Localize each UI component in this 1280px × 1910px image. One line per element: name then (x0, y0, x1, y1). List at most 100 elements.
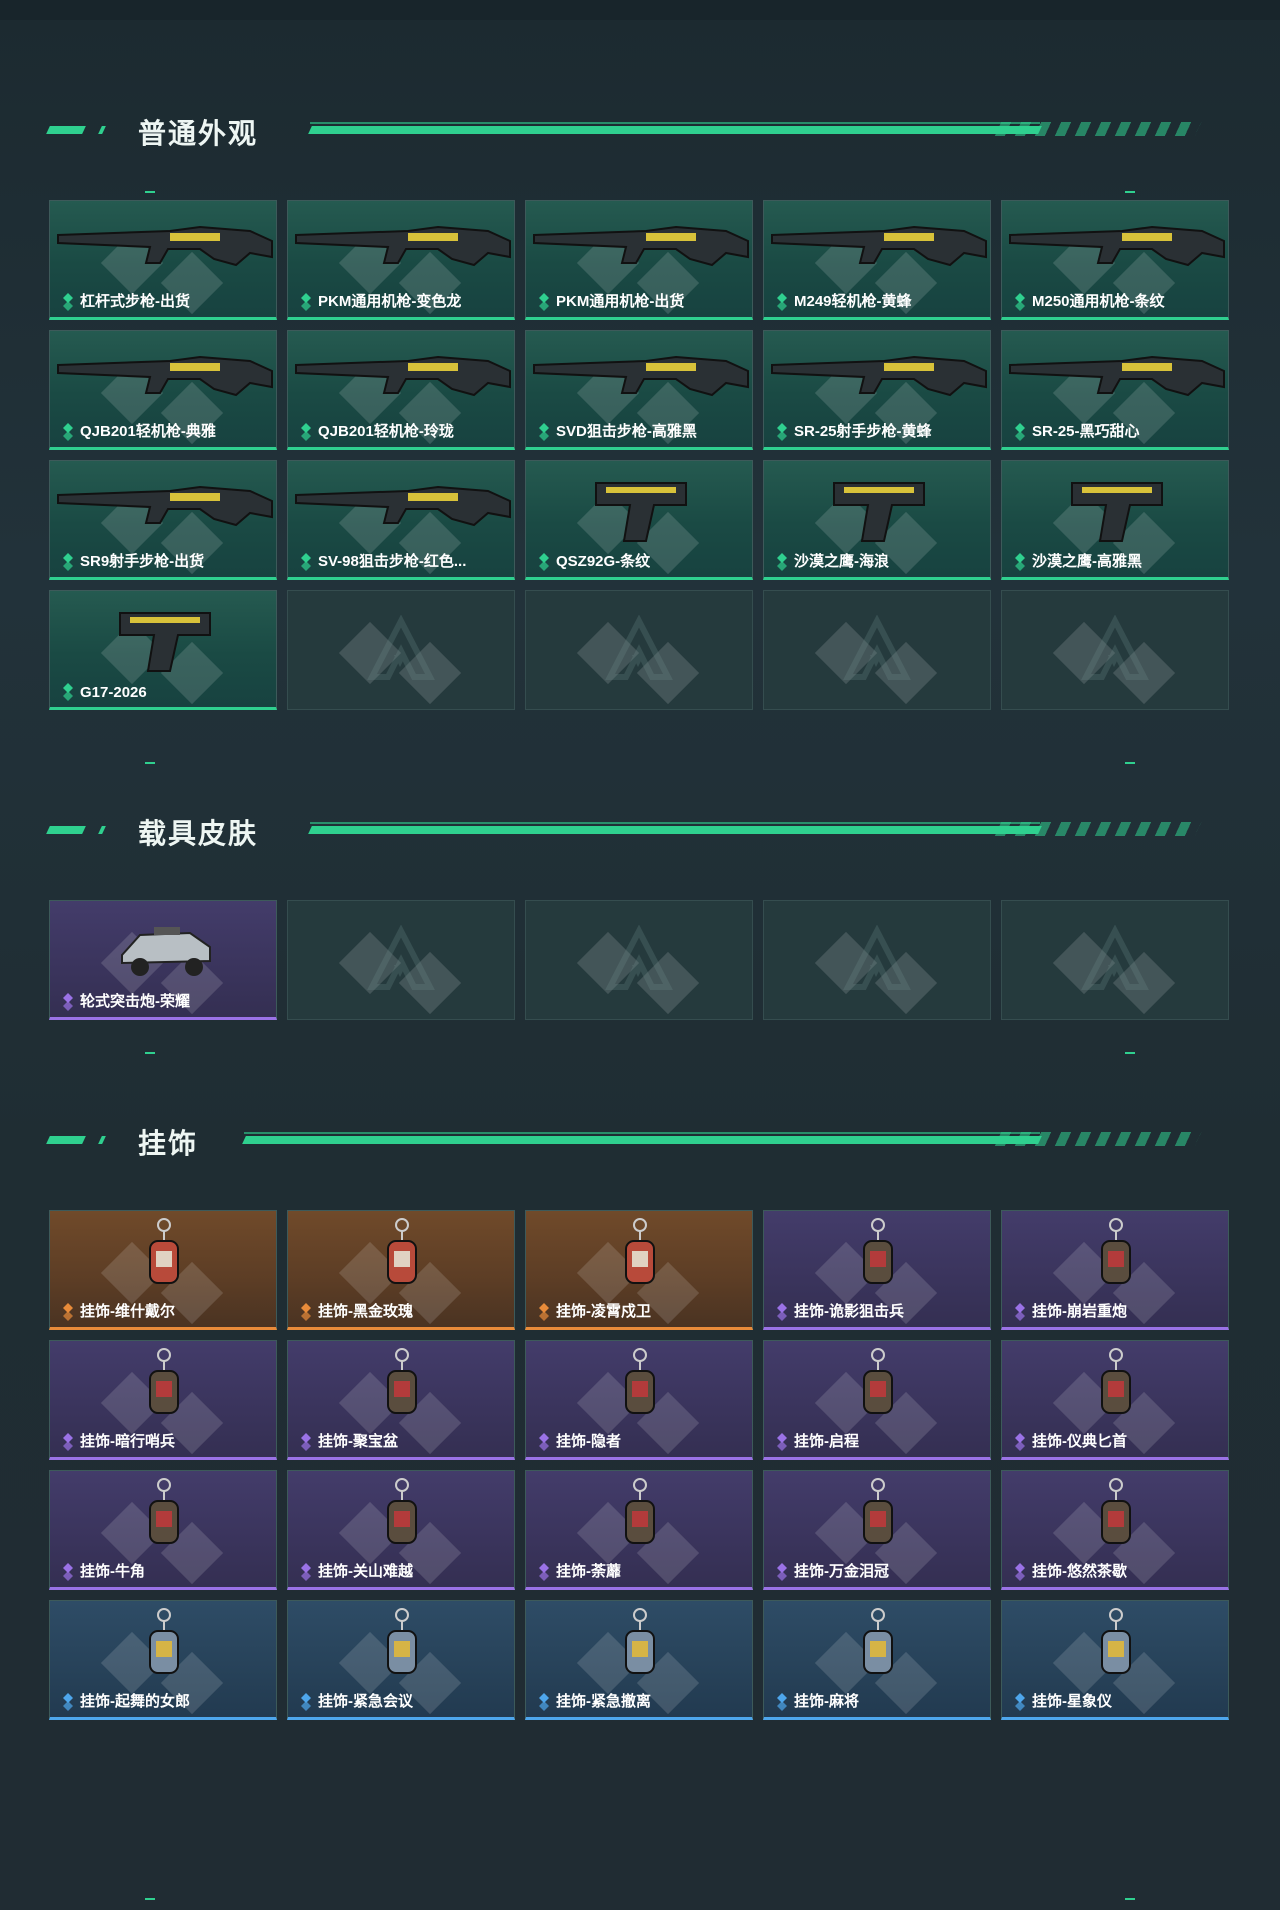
item-card[interactable]: 挂饰-聚宝盆 (287, 1340, 515, 1460)
header-checker-pattern (994, 1132, 1202, 1146)
corner-tick (145, 762, 155, 764)
item-card[interactable]: 挂饰-黑金玫瑰 (287, 1210, 515, 1330)
item-card[interactable]: SR-25-黑巧甜心 (1001, 330, 1229, 450)
corner-tick (145, 1052, 155, 1054)
rarity-diamond-icon (774, 1303, 790, 1321)
item-label: 沙漠之鹰-海浪 (794, 553, 889, 570)
item-card[interactable]: 挂饰-凌霄戍卫 (525, 1210, 753, 1330)
sr9-marksman-rifle-icon (50, 461, 276, 556)
corner-tick (1125, 762, 1135, 764)
header-thin-line (244, 1132, 1040, 1134)
keychain-charm-icon (526, 1471, 752, 1566)
keychain-charm-icon (526, 1211, 752, 1306)
header-line (308, 126, 1042, 134)
header-line (242, 1136, 1042, 1144)
item-label: 轮式突击炮-荣耀 (80, 993, 190, 1010)
rarity-diamond-icon (774, 1433, 790, 1451)
rarity-diamond-icon (60, 1563, 76, 1581)
item-card[interactable]: SR9射手步枪-出货 (49, 460, 277, 580)
g17-pistol-icon (50, 591, 276, 686)
item-card[interactable]: 杠杆式步枪-出货 (49, 200, 277, 320)
placeholder-logo-icon (842, 924, 912, 995)
item-card[interactable]: 沙漠之鹰-高雅黑 (1001, 460, 1229, 580)
item-card[interactable]: SVD狙击步枪-高雅黑 (525, 330, 753, 450)
rarity-diamond-icon (536, 1693, 552, 1711)
rarity-diamond-icon (774, 1563, 790, 1581)
keychain-charm-icon (50, 1211, 276, 1306)
item-label: PKM通用机枪-出货 (556, 293, 685, 310)
item-label: PKM通用机枪-变色龙 (318, 293, 462, 310)
pkm-machine-gun-icon (288, 201, 514, 296)
top-bar (0, 0, 1280, 20)
item-card[interactable]: 挂饰-维什戴尔 (49, 1210, 277, 1330)
item-label: 挂饰-隐者 (556, 1433, 621, 1450)
item-label: M249轻机枪-黄蜂 (794, 293, 912, 310)
keychain-charm-icon (288, 1341, 514, 1436)
item-card[interactable]: 挂饰-启程 (763, 1340, 991, 1460)
rarity-diamond-icon (536, 293, 552, 311)
sr25-marksman-rifle-icon (764, 331, 990, 426)
rarity-diamond-icon (536, 553, 552, 571)
item-label: 挂饰-仪典匕首 (1032, 1433, 1127, 1450)
rarity-diamond-icon (1012, 1693, 1028, 1711)
rarity-diamond-icon (536, 423, 552, 441)
keychain-charm-icon (288, 1601, 514, 1696)
item-card[interactable]: 挂饰-悠然茶歇 (1001, 1470, 1229, 1590)
item-label: M250通用机枪-条纹 (1032, 293, 1165, 310)
item-label: 挂饰-起舞的女郎 (80, 1693, 190, 1710)
item-card[interactable]: 挂饰-星象仪 (1001, 1600, 1229, 1720)
keychain-charm-icon (526, 1341, 752, 1436)
item-card[interactable]: 挂饰-麻将 (763, 1600, 991, 1720)
item-card[interactable]: 轮式突击炮-荣耀 (49, 900, 277, 1020)
rarity-diamond-icon (60, 1303, 76, 1321)
item-card[interactable]: QSZ92G-条纹 (525, 460, 753, 580)
rarity-diamond-icon (60, 683, 76, 701)
item-card[interactable]: 挂饰-荼蘼 (525, 1470, 753, 1590)
empty-slot (1001, 900, 1229, 1020)
item-card[interactable]: 挂饰-诡影狙击兵 (763, 1210, 991, 1330)
item-card[interactable]: 挂饰-崩岩重炮 (1001, 1210, 1229, 1330)
placeholder-logo-icon (366, 614, 436, 685)
item-card[interactable]: M250通用机枪-条纹 (1001, 200, 1229, 320)
item-card[interactable]: 挂饰-仪典匕首 (1001, 1340, 1229, 1460)
item-card[interactable]: PKM通用机枪-出货 (525, 200, 753, 320)
item-card[interactable]: G17-2026 (49, 590, 277, 710)
item-card[interactable]: QJB201轻机枪-玲珑 (287, 330, 515, 450)
item-card[interactable]: QJB201轻机枪-典雅 (49, 330, 277, 450)
rarity-diamond-icon (774, 293, 790, 311)
rarity-diamond-icon (536, 1303, 552, 1321)
item-card[interactable]: 挂饰-关山难越 (287, 1470, 515, 1590)
rarity-diamond-icon (60, 1693, 76, 1711)
item-card[interactable]: 挂饰-隐者 (525, 1340, 753, 1460)
item-card[interactable]: 挂饰-万金泪冠 (763, 1470, 991, 1590)
item-label: SR-25射手步枪-黄蜂 (794, 423, 932, 440)
placeholder-logo-icon (1080, 614, 1150, 685)
item-card[interactable]: 挂饰-紧急撤离 (525, 1600, 753, 1720)
item-card[interactable]: 挂饰-牛角 (49, 1470, 277, 1590)
item-card[interactable]: 挂饰-暗行哨兵 (49, 1340, 277, 1460)
section-header: 普通外观 (46, 108, 1232, 149)
sv98-sniper-rifle-icon (288, 461, 514, 556)
rarity-diamond-icon (298, 1563, 314, 1581)
item-label: 挂饰-启程 (794, 1433, 859, 1450)
item-card[interactable]: PKM通用机枪-变色龙 (287, 200, 515, 320)
item-card[interactable]: 挂饰-起舞的女郎 (49, 1600, 277, 1720)
keychain-charm-icon (1002, 1341, 1228, 1436)
item-card[interactable]: SR-25射手步枪-黄蜂 (763, 330, 991, 450)
item-card[interactable]: SV-98狙击步枪-红色... (287, 460, 515, 580)
vehicle-skins-grid: 轮式突击炮-荣耀 (49, 900, 1229, 1020)
rarity-diamond-icon (298, 553, 314, 571)
rarity-diamond-icon (1012, 553, 1028, 571)
item-label: 沙漠之鹰-高雅黑 (1032, 553, 1142, 570)
item-label: 挂饰-荼蘼 (556, 1563, 621, 1580)
placeholder-logo-icon (604, 614, 674, 685)
rarity-diamond-icon (60, 293, 76, 311)
rarity-diamond-icon (536, 1563, 552, 1581)
item-label: 挂饰-万金泪冠 (794, 1563, 889, 1580)
item-card[interactable]: M249轻机枪-黄蜂 (763, 200, 991, 320)
item-card[interactable]: 沙漠之鹰-海浪 (763, 460, 991, 580)
corner-tick (1125, 1052, 1135, 1054)
normal-skins-grid: 杠杆式步枪-出货 PKM通用机枪-变色龙 PKM通用机枪-出货 M249轻机枪-黄蜂 M… (49, 200, 1229, 710)
item-label: 挂饰-紧急撤离 (556, 1693, 651, 1710)
item-card[interactable]: 挂饰-紧急会议 (287, 1600, 515, 1720)
